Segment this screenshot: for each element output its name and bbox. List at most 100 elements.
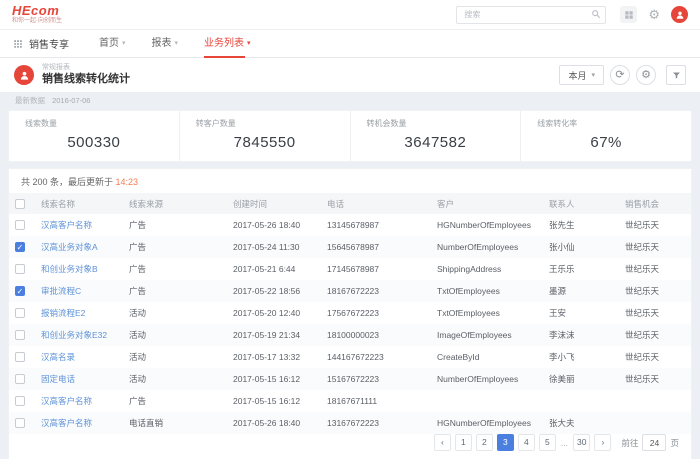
nav-item-报表[interactable]: 报表▾ — [152, 30, 179, 58]
lead-name-link[interactable]: 汉高客户名称 — [41, 220, 92, 230]
column-header[interactable]: 联系人 — [543, 193, 619, 214]
period-select[interactable]: 本月 ▾ — [559, 65, 604, 85]
nav-item-label: 业务列表 — [204, 31, 244, 57]
lead-name-cell: 汉高客户名称 — [35, 390, 123, 412]
checkbox-cell — [9, 412, 35, 434]
lead-source-cell: 活动 — [123, 346, 227, 368]
opportunity-cell: 世纪乐天 — [619, 258, 691, 280]
lead-name-link[interactable]: 和创业务对象B — [41, 264, 98, 274]
lead-source-cell: 活动 — [123, 324, 227, 346]
kpi-label: 线索转化率 — [537, 118, 691, 129]
apps-grid-icon[interactable] — [620, 6, 637, 23]
column-header[interactable]: 创建时间 — [227, 193, 321, 214]
lead-name-link[interactable]: 报销流程E2 — [41, 308, 85, 318]
page-buttons: 12345 — [455, 434, 556, 451]
nav-item-业务列表[interactable]: 业务列表▾ — [204, 30, 251, 58]
select-all-cell — [9, 193, 35, 214]
table-row: 汉高客户名称电话直销2017-05-26 18:4013167672223HGN… — [9, 412, 691, 434]
logo-text: HEcom — [12, 4, 62, 18]
contact-cell: 李小飞 — [543, 346, 619, 368]
lead-source-cell: 电话直销 — [123, 412, 227, 434]
user-avatar[interactable] — [671, 6, 688, 23]
logo-tagline: 和你一起·向创而生 — [12, 18, 62, 25]
table-row: 汉高客户名称广告2017-05-26 18:4013145678987HGNum… — [9, 214, 691, 236]
search-input[interactable] — [456, 6, 606, 24]
kpi-label: 转客户数量 — [196, 118, 350, 129]
lead-name-link[interactable]: 和创业务对象E32 — [41, 330, 107, 340]
dots-grid-icon — [13, 39, 23, 49]
refresh-button[interactable]: ⟳ — [610, 65, 630, 85]
row-checkbox[interactable] — [15, 374, 25, 384]
lead-name-link[interactable]: 汉高客户名称 — [41, 396, 92, 406]
lead-name-cell: 和创业务对象B — [35, 258, 123, 280]
row-checkbox[interactable] — [15, 352, 25, 362]
row-checkbox[interactable]: ✓ — [15, 286, 25, 296]
page-button-1[interactable]: 1 — [455, 434, 472, 451]
column-header[interactable]: 电话 — [321, 193, 431, 214]
chevron-down-icon: ▾ — [591, 71, 595, 79]
nav-item-label: 报表 — [152, 31, 172, 57]
column-header[interactable]: 客户 — [431, 193, 543, 214]
filter-button[interactable] — [666, 65, 686, 85]
lead-name-link[interactable]: 固定电话 — [41, 374, 75, 384]
kpi-value: 67% — [537, 134, 691, 151]
nav-item-首页[interactable]: 首页▾ — [99, 30, 126, 58]
lead-name-link[interactable]: 汉高客户名称 — [41, 418, 92, 428]
table-row: 和创业务对象B广告2017-05-21 6:4417145678987Shipp… — [9, 258, 691, 280]
kpi-value: 7845550 — [196, 134, 350, 151]
kpi-value: 500330 — [25, 134, 179, 151]
report-category: 常规报表 — [42, 64, 130, 73]
row-checkbox[interactable] — [15, 308, 25, 318]
row-checkbox[interactable] — [15, 330, 25, 340]
page-button-4[interactable]: 4 — [518, 434, 535, 451]
created-time-cell: 2017-05-22 18:56 — [227, 280, 321, 302]
page-button-5[interactable]: 5 — [539, 434, 556, 451]
customer-cell: NumberOfEmployees — [431, 368, 543, 390]
app-logo[interactable]: HEcom 和你一起·向创而生 — [12, 4, 62, 25]
contact-cell: 徐美丽 — [543, 368, 619, 390]
lead-name-link[interactable]: 汉高业务对象A — [41, 242, 98, 252]
customer-cell: NumberOfEmployees — [431, 236, 543, 258]
page-button-2[interactable]: 2 — [476, 434, 493, 451]
prev-page-button[interactable]: ‹ — [434, 434, 451, 451]
column-header[interactable]: 销售机会 — [619, 193, 691, 214]
checkbox-cell — [9, 390, 35, 412]
created-time-cell: 2017-05-17 13:32 — [227, 346, 321, 368]
lead-source-cell: 活动 — [123, 302, 227, 324]
column-header[interactable]: 线索名称 — [35, 193, 123, 214]
settings-button[interactable]: ⚙ — [636, 65, 656, 85]
last-page-button[interactable]: 30 — [573, 434, 590, 451]
settings-gear-icon[interactable]: ⚙ — [648, 8, 660, 21]
row-checkbox[interactable] — [15, 264, 25, 274]
summary-text: 共 200 条，最后更新于 — [21, 177, 116, 187]
phone-cell: 13167672223 — [321, 412, 431, 434]
table-header-row: 线索名称线索来源创建时间电话客户联系人销售机会 — [9, 193, 691, 214]
customer-cell: CreateById — [431, 346, 543, 368]
lead-name-cell: 汉高客户名称 — [35, 214, 123, 236]
kpi-stat: 线索转化率 67% — [521, 111, 691, 161]
workspace-switcher[interactable]: 销售专享 — [13, 36, 69, 51]
table-row: ✓汉高业务对象A广告2017-05-24 11:3015645678987Num… — [9, 236, 691, 258]
created-time-cell: 2017-05-15 16:12 — [227, 368, 321, 390]
contact-cell — [543, 390, 619, 412]
next-page-button[interactable]: › — [594, 434, 611, 451]
workspace-label: 销售专享 — [29, 36, 69, 51]
row-checkbox[interactable] — [15, 418, 25, 428]
row-checkbox[interactable]: ✓ — [15, 242, 25, 252]
lead-source-cell: 活动 — [123, 368, 227, 390]
phone-cell: 17567672223 — [321, 302, 431, 324]
page-button-3[interactable]: 3 — [497, 434, 514, 451]
lead-source-cell: 广告 — [123, 214, 227, 236]
lead-name-link[interactable]: 汉高名录 — [41, 352, 75, 362]
row-checkbox[interactable] — [15, 396, 25, 406]
goto-page-input[interactable] — [642, 434, 666, 451]
column-header[interactable]: 线索来源 — [123, 193, 227, 214]
phone-cell: 18100000023 — [321, 324, 431, 346]
lead-name-link[interactable]: 审批流程C — [41, 286, 81, 296]
search-icon[interactable] — [591, 9, 601, 21]
row-checkbox[interactable] — [15, 220, 25, 230]
opportunity-cell — [619, 412, 691, 434]
select-all-checkbox[interactable] — [15, 199, 25, 209]
phone-cell: 18167671111 — [321, 390, 431, 412]
created-time-cell: 2017-05-26 18:40 — [227, 214, 321, 236]
